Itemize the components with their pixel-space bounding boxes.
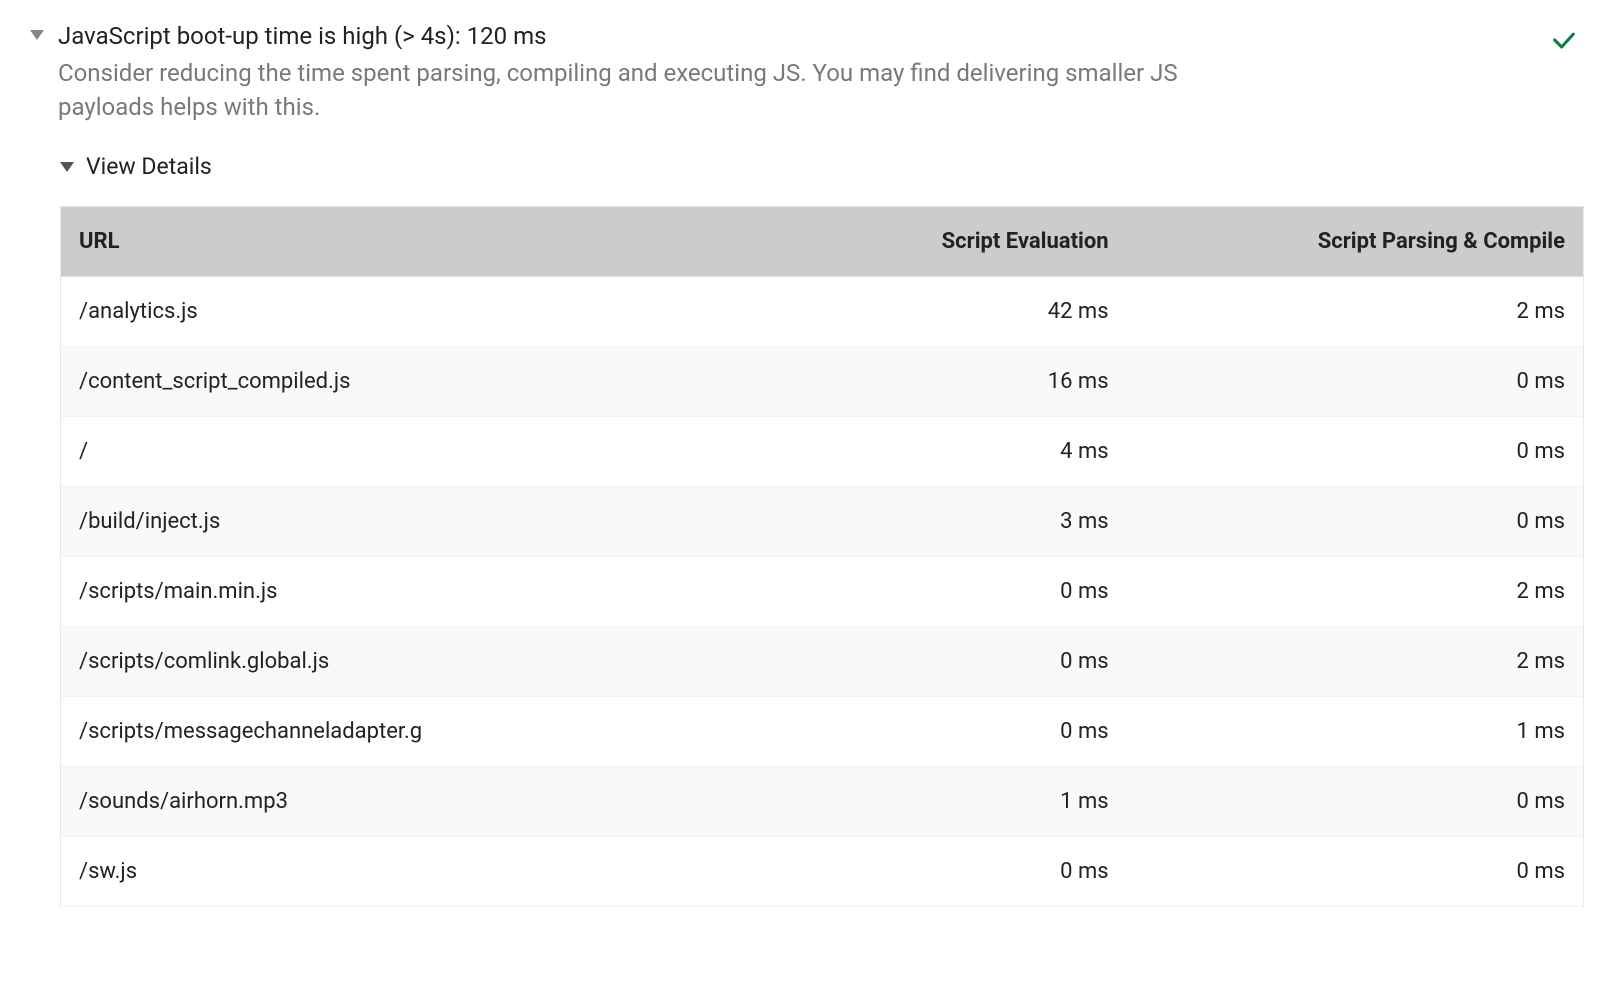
table-row: /content_script_compiled.js 16 ms 0 ms	[61, 347, 1584, 417]
chevron-down-icon	[60, 162, 74, 172]
table-row: /build/inject.js 3 ms 0 ms	[61, 487, 1584, 557]
table-row: /scripts/messagechanneladapter.g 0 ms 1 …	[61, 697, 1584, 767]
view-details-label: View Details	[86, 153, 212, 180]
cell-eval: 0 ms	[761, 837, 1127, 907]
table-body: /analytics.js 42 ms 2 ms /content_script…	[61, 277, 1584, 907]
cell-url: /analytics.js	[61, 277, 762, 347]
audit-title: JavaScript boot-up time is high (> 4s): …	[58, 20, 1178, 54]
table-header-row: URL Script Evaluation Script Parsing & C…	[61, 207, 1584, 277]
cell-url: /scripts/messagechanneladapter.g	[61, 697, 762, 767]
cell-parse: 0 ms	[1127, 767, 1584, 837]
cell-parse: 0 ms	[1127, 417, 1584, 487]
cell-parse: 2 ms	[1127, 277, 1584, 347]
cell-parse: 2 ms	[1127, 627, 1584, 697]
table-row: /sounds/airhorn.mp3 1 ms 0 ms	[61, 767, 1584, 837]
audit-item: JavaScript boot-up time is high (> 4s): …	[30, 20, 1584, 907]
cell-url: /	[61, 417, 762, 487]
cell-parse: 2 ms	[1127, 557, 1584, 627]
audit-header[interactable]: JavaScript boot-up time is high (> 4s): …	[30, 20, 1584, 125]
cell-eval: 16 ms	[761, 347, 1127, 417]
cell-url: /scripts/main.min.js	[61, 557, 762, 627]
chevron-down-icon[interactable]	[30, 30, 44, 40]
cell-parse: 0 ms	[1127, 487, 1584, 557]
col-script-evaluation: Script Evaluation	[761, 207, 1127, 277]
cell-eval: 42 ms	[761, 277, 1127, 347]
table-row: /scripts/main.min.js 0 ms 2 ms	[61, 557, 1584, 627]
col-url: URL	[61, 207, 762, 277]
cell-parse: 0 ms	[1127, 347, 1584, 417]
cell-eval: 1 ms	[761, 767, 1127, 837]
cell-url: /content_script_compiled.js	[61, 347, 762, 417]
table-row: / 4 ms 0 ms	[61, 417, 1584, 487]
details-table: URL Script Evaluation Script Parsing & C…	[60, 206, 1584, 907]
table-row: /sw.js 0 ms 0 ms	[61, 837, 1584, 907]
audit-description: Consider reducing the time spent parsing…	[58, 56, 1178, 126]
table-row: /analytics.js 42 ms 2 ms	[61, 277, 1584, 347]
cell-eval: 0 ms	[761, 557, 1127, 627]
cell-parse: 0 ms	[1127, 837, 1584, 907]
cell-url: /sw.js	[61, 837, 762, 907]
table-row: /scripts/comlink.global.js 0 ms 2 ms	[61, 627, 1584, 697]
col-script-parsing-compile: Script Parsing & Compile	[1127, 207, 1584, 277]
cell-parse: 1 ms	[1127, 697, 1584, 767]
cell-url: /sounds/airhorn.mp3	[61, 767, 762, 837]
view-details-toggle[interactable]: View Details	[60, 153, 1584, 180]
audit-heading-block: JavaScript boot-up time is high (> 4s): …	[58, 20, 1178, 125]
cell-url: /scripts/comlink.global.js	[61, 627, 762, 697]
cell-eval: 0 ms	[761, 627, 1127, 697]
cell-url: /build/inject.js	[61, 487, 762, 557]
cell-eval: 4 ms	[761, 417, 1127, 487]
status-pass-icon	[1550, 26, 1578, 58]
cell-eval: 0 ms	[761, 697, 1127, 767]
details-section: View Details URL Script Evaluation Scrip…	[60, 153, 1584, 907]
cell-eval: 3 ms	[761, 487, 1127, 557]
